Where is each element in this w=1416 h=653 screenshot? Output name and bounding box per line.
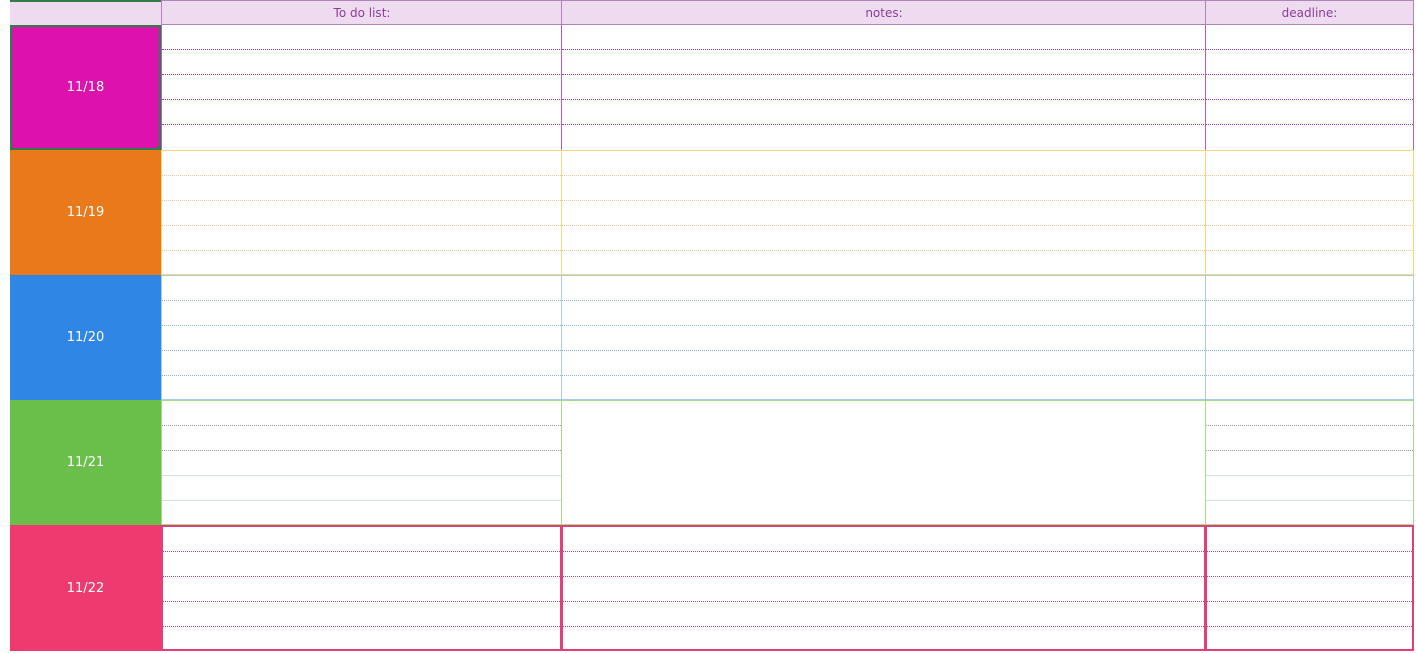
row-divider <box>1206 300 1413 301</box>
deadline-cells[interactable] <box>1205 25 1414 150</box>
row-divider <box>1207 601 1412 602</box>
row-divider <box>1207 551 1412 552</box>
row-divider <box>163 551 560 552</box>
row-divider <box>163 601 560 602</box>
row-divider <box>1206 350 1413 351</box>
day-row: 11/19 <box>10 150 1414 275</box>
row-divider <box>162 74 562 75</box>
row-divider <box>1206 450 1413 451</box>
row-divider <box>562 175 1205 176</box>
row-divider <box>162 225 561 226</box>
todo-cells[interactable] <box>161 150 562 275</box>
row-divider <box>1206 124 1413 125</box>
row-divider <box>162 49 562 50</box>
row-divider <box>562 49 1206 50</box>
notes-cells[interactable] <box>561 275 1206 400</box>
row-divider <box>1206 175 1413 176</box>
notes-header[interactable]: notes: <box>561 0 1206 25</box>
row-divider <box>563 601 1204 602</box>
row-divider <box>162 475 561 476</box>
row-divider <box>1206 250 1413 251</box>
row-divider <box>162 200 561 201</box>
row-divider <box>562 375 1205 376</box>
date-cell[interactable]: 11/19 <box>10 150 161 275</box>
row-divider <box>162 375 561 376</box>
deadline-cells[interactable] <box>1205 150 1414 275</box>
row-divider <box>563 576 1204 577</box>
row-divider <box>563 626 1204 627</box>
row-divider <box>562 350 1205 351</box>
row-divider <box>162 425 561 426</box>
row-divider <box>162 250 561 251</box>
date-cell[interactable]: 11/18 <box>10 25 161 150</box>
todo-header[interactable]: To do list: <box>161 0 562 25</box>
todo-cells[interactable] <box>161 400 562 525</box>
todo-cells[interactable] <box>161 525 562 651</box>
row-divider <box>1207 626 1412 627</box>
row-divider <box>162 300 561 301</box>
row-divider <box>562 200 1205 201</box>
date-cell[interactable]: 11/20 <box>10 275 161 400</box>
notes-cells[interactable] <box>561 400 1206 525</box>
todo-cells[interactable] <box>161 275 562 400</box>
date-cell[interactable]: 11/22 <box>10 525 161 651</box>
date-cell[interactable]: 11/21 <box>10 400 161 525</box>
row-divider <box>163 626 560 627</box>
row-divider <box>1206 325 1413 326</box>
corner-cell[interactable] <box>10 0 161 25</box>
row-divider <box>162 325 561 326</box>
notes-cells[interactable] <box>561 150 1206 275</box>
row-divider <box>1206 200 1413 201</box>
day-row: 11/22 <box>10 525 1414 651</box>
notes-cells[interactable] <box>561 525 1206 651</box>
row-divider <box>162 450 561 451</box>
row-divider <box>1207 576 1412 577</box>
row-divider <box>163 576 560 577</box>
row-divider <box>162 350 561 351</box>
row-divider <box>1206 500 1413 501</box>
row-divider <box>162 175 561 176</box>
row-divider <box>1206 74 1413 75</box>
row-divider <box>1206 99 1413 100</box>
row-divider <box>162 99 562 100</box>
day-row: 11/18 <box>10 25 1414 151</box>
row-divider <box>562 250 1205 251</box>
planner-sheet: To do list: notes: deadline: 11/18 11/19 <box>0 0 1416 653</box>
notes-cells[interactable] <box>561 25 1206 150</box>
deadline-cells[interactable] <box>1205 525 1414 651</box>
row-divider <box>562 300 1205 301</box>
row-divider <box>562 74 1206 75</box>
deadline-header[interactable]: deadline: <box>1205 0 1414 25</box>
row-divider <box>1206 49 1413 50</box>
row-divider <box>1206 425 1413 426</box>
row-divider <box>162 500 561 501</box>
row-divider <box>1206 375 1413 376</box>
deadline-cells[interactable] <box>1205 275 1414 400</box>
row-divider <box>562 99 1206 100</box>
day-row: 11/21 <box>10 400 1414 525</box>
row-divider <box>562 124 1206 125</box>
row-divider <box>1206 225 1413 226</box>
row-divider <box>562 325 1205 326</box>
day-row: 11/20 <box>10 275 1414 400</box>
row-divider <box>1206 475 1413 476</box>
row-divider <box>562 225 1205 226</box>
deadline-cells[interactable] <box>1205 400 1414 525</box>
row-divider <box>162 124 562 125</box>
row-divider <box>563 551 1204 552</box>
todo-cells[interactable] <box>161 25 562 150</box>
